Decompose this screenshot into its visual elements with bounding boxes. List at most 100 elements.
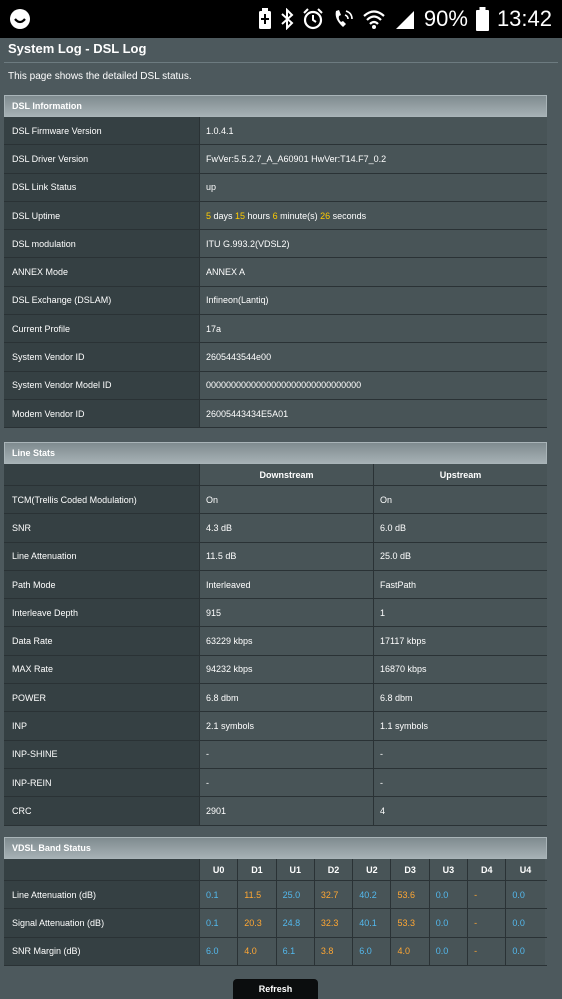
- band-value-d4: -: [468, 909, 507, 937]
- uptime-hours: 15: [235, 210, 246, 221]
- row-label: ANNEX Mode: [4, 258, 200, 286]
- band-value-d4: -: [468, 881, 507, 909]
- row-label: Current Profile: [4, 315, 200, 343]
- downstream-value: -: [200, 768, 374, 797]
- band-value-d3: 4.0: [391, 937, 430, 965]
- downstream-value: Interleaved: [200, 570, 374, 599]
- upstream-value: FastPath: [374, 570, 547, 599]
- dsl-information-table: DSL Firmware Version 1.0.4.1 DSL Driver Ve…: [4, 117, 547, 429]
- table-row: ANNEX Mode ANNEX A: [4, 258, 547, 287]
- uptime-days-label: days: [211, 210, 236, 221]
- band-value-d3: 53.3: [391, 909, 430, 937]
- row-label: INP: [4, 712, 200, 740]
- upstream-value: -: [374, 740, 547, 768]
- table-row: Line Attenuation 11.5 dB 25.0 dB: [4, 542, 547, 571]
- band-value-u1: 6.1: [276, 937, 315, 965]
- downstream-value: 2901: [200, 797, 374, 825]
- uptime-seconds: 26: [320, 210, 331, 221]
- upstream-value: On: [374, 486, 547, 514]
- table-row: Modem Vendor ID 26005443434E5A01: [4, 399, 547, 429]
- row-value: 26005443434E5A01: [200, 399, 547, 428]
- row-label: Line Attenuation: [4, 542, 200, 570]
- band-value-u0: 0.1: [200, 909, 239, 937]
- row-values: --: [200, 740, 547, 768]
- table-row: SNR Margin (dB) 6.0 4.0 6.1 3.8 6.0 4.0 0.0-0.0: [4, 937, 547, 966]
- line-stats-section: Line Stats Downstream Upstream TCM(Trell…: [4, 442, 547, 826]
- downstream-value: On: [200, 486, 374, 514]
- bluetooth-icon: [281, 8, 294, 30]
- upstream-value: 6.8 dbm: [374, 684, 547, 712]
- band-value-d2: 32.3: [314, 909, 354, 937]
- row-value: 17a: [200, 315, 547, 343]
- table-row: POWER 6.8 dbm 6.8 dbm: [4, 684, 547, 713]
- table-row: Current Profile 17a: [4, 315, 547, 344]
- row-values: 2.1 symbols 1.1 symbols: [200, 712, 547, 740]
- line-stats-table: TCM(Trellis Coded Modulation) On On SNR 4.3 …: [4, 486, 547, 826]
- clock: 13:42: [496, 6, 552, 31]
- upstream-value: 1.1 symbols: [374, 712, 547, 740]
- wifi-calling-icon: [335, 10, 353, 27]
- band-value-u4: 0.0: [506, 909, 545, 937]
- band-column-u2: U2: [353, 859, 392, 880]
- row-label: Signal Attenuation (dB): [4, 909, 200, 937]
- row-label: SNR Margin (dB): [4, 937, 200, 965]
- upstream-value: 6.0 dB: [374, 514, 547, 542]
- band-value-u2: 6.0: [353, 937, 392, 965]
- uptime-minutes-label: minute(s): [277, 210, 321, 221]
- band-column-u1: U1: [276, 859, 315, 880]
- band-column-d4: D4: [468, 859, 507, 880]
- status-bar: 90% 13:42: [0, 0, 562, 38]
- row-label: Line Attenuation (dB): [4, 881, 200, 909]
- table-row: CRC 2901 4: [4, 797, 547, 826]
- band-value-u3: 0.0: [429, 909, 469, 937]
- table-row: DSL Firmware Version 1.0.4.1: [4, 117, 547, 146]
- row-value: ANNEX A: [200, 258, 547, 286]
- line-stats-header: Line Stats: [4, 442, 547, 464]
- row-label: DSL Link Status: [4, 173, 200, 201]
- row-label: INP-REIN: [4, 768, 200, 797]
- band-value-u3: 0.0: [429, 881, 469, 909]
- band-value-u1: 24.8: [276, 909, 315, 937]
- upstream-value: 4: [374, 797, 547, 825]
- row-label: Interleave Depth: [4, 599, 200, 627]
- downstream-value: 6.8 dbm: [200, 684, 374, 712]
- title-divider: [4, 62, 558, 63]
- table-row: MAX Rate 94232 kbps 16870 kbps: [4, 655, 547, 685]
- upstream-column-header: Upstream: [374, 464, 547, 485]
- band-column-d3: D3: [391, 859, 430, 880]
- uptime-hours-label: hours: [245, 210, 273, 221]
- table-row: Line Attenuation (dB) 0.1 11.5 25.0 32.7 40.2…: [4, 881, 547, 910]
- row-label: INP-SHINE: [4, 740, 200, 768]
- row-values: Interleaved FastPath: [200, 570, 547, 599]
- row-value: FwVer:5.5.2.7_A_A60901 HwVer:T14.F7_0.2: [200, 145, 547, 173]
- band-value-d3: 53.6: [391, 881, 430, 909]
- upstream-value: 25.0 dB: [374, 542, 547, 570]
- band-column-u4: U4: [506, 859, 545, 880]
- upstream-value: 17117 kbps: [374, 627, 547, 655]
- battery-saver-icon: [258, 8, 271, 29]
- downstream-value: 915: [200, 599, 374, 627]
- row-value: Infineon(Lantiq): [200, 286, 547, 315]
- row-label: Path Mode: [4, 570, 200, 599]
- table-row: DSL Driver Version FwVer:5.5.2.7_A_A60901…: [4, 145, 547, 174]
- row-label: MAX Rate: [4, 655, 200, 684]
- row-values: 94232 kbps 16870 kbps: [200, 655, 547, 684]
- upstream-value: 1: [374, 599, 547, 627]
- uptime-seconds-label: seconds: [330, 210, 367, 221]
- downstream-value: -: [200, 740, 374, 768]
- row-label: Data Rate: [4, 627, 200, 655]
- table-row: DSL Uptime 5 days 15 hours 6 minute(s) 26…: [4, 201, 547, 231]
- band-value-u2: 40.1: [353, 909, 392, 937]
- row-label: System Vendor Model ID: [4, 371, 200, 399]
- downstream-value: 94232 kbps: [200, 655, 374, 684]
- row-values: --: [200, 768, 547, 797]
- page-title: System Log - DSL Log: [8, 41, 147, 56]
- refresh-button[interactable]: Refresh: [233, 979, 318, 999]
- battery-percent: 90%: [423, 6, 468, 31]
- row-value: 1.0.4.1: [200, 117, 547, 145]
- row-label: DSL Exchange (DSLAM): [4, 286, 200, 315]
- table-row: DSL Exchange (DSLAM) Infineon(Lantiq): [4, 286, 547, 316]
- table-row: INP-SHINE - -: [4, 740, 547, 769]
- row-label: DSL Uptime: [4, 201, 200, 230]
- row-label: System Vendor ID: [4, 343, 200, 371]
